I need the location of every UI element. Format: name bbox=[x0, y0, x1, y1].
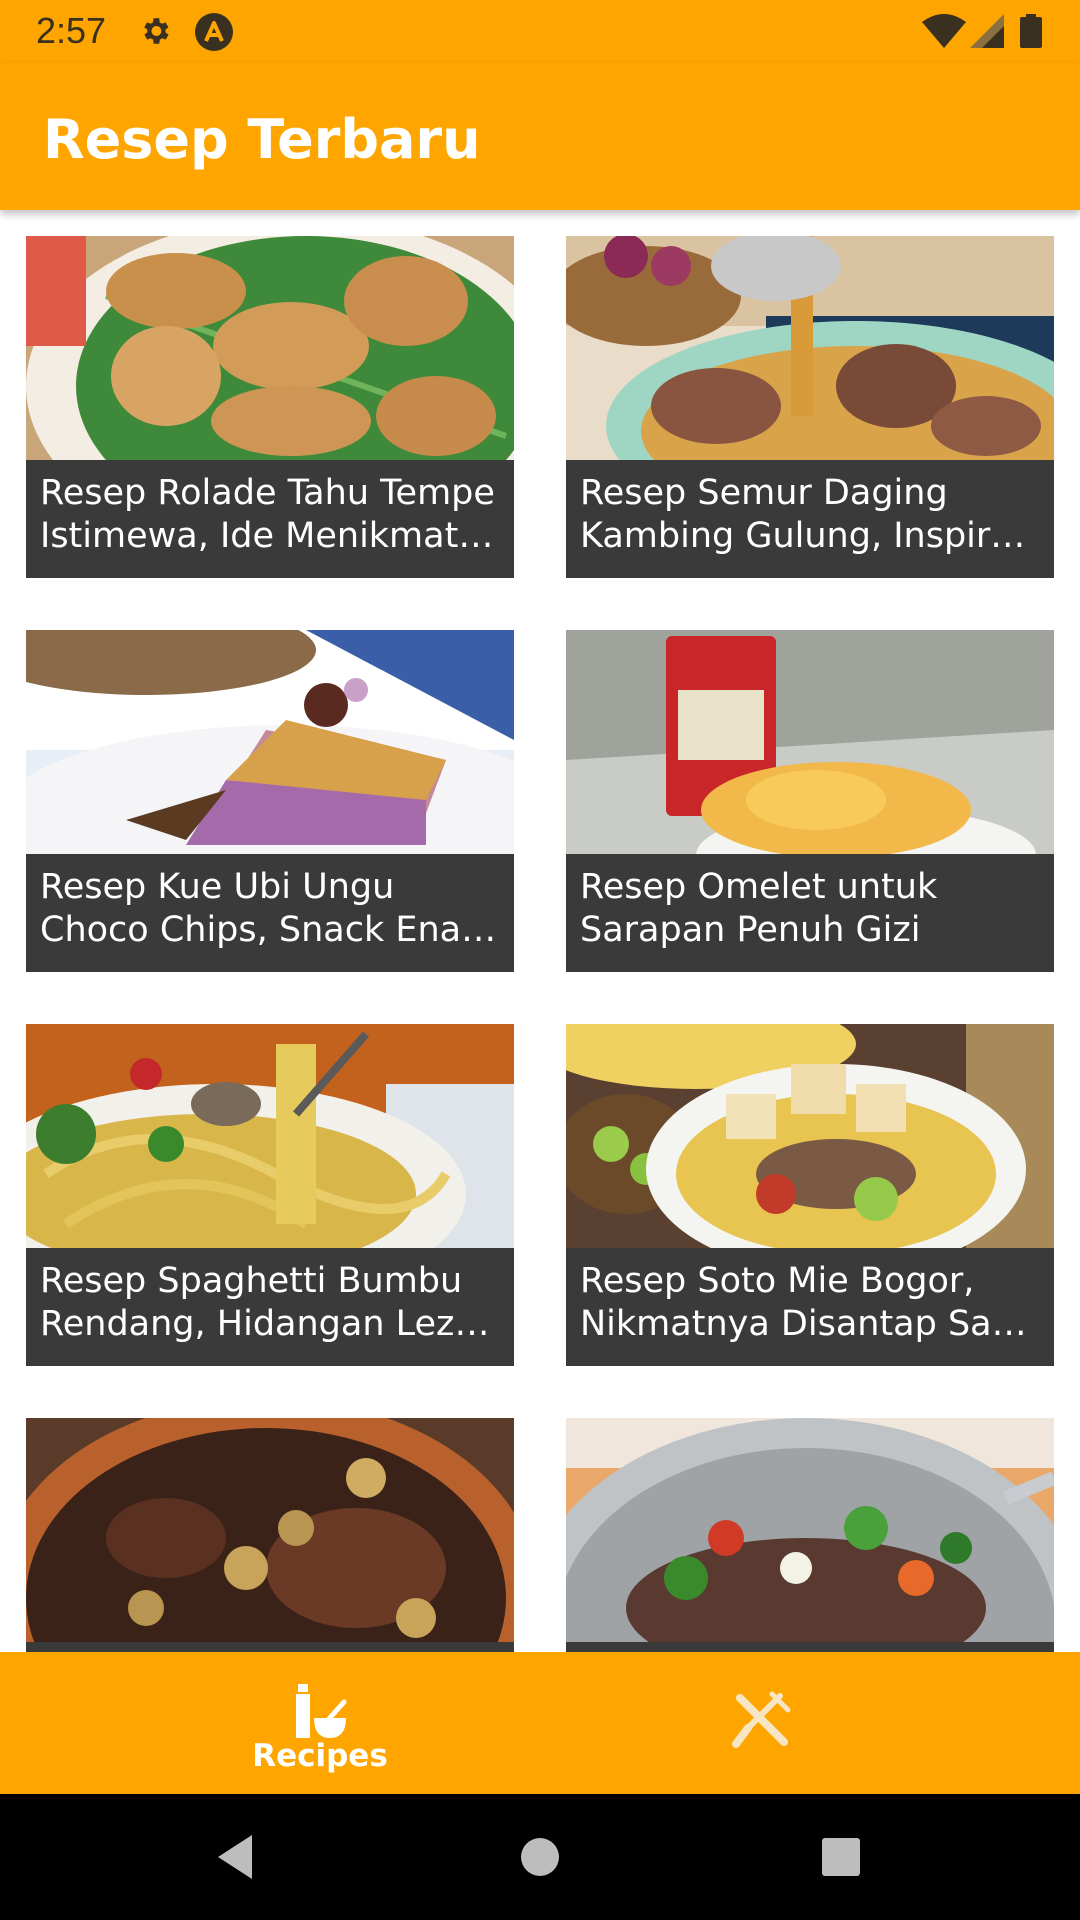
chicken-stew-photo bbox=[26, 1418, 514, 1642]
app-notification-icon bbox=[194, 12, 234, 52]
recipes-icon bbox=[288, 1680, 352, 1744]
recipe-card[interactable] bbox=[26, 1418, 514, 1652]
recipe-card[interactable]: Resep Kue Ubi Ungu Choco Chips, Snack En… bbox=[26, 630, 514, 972]
battery-icon bbox=[1020, 14, 1042, 48]
recipe-card[interactable]: Resep Rolade Tahu Tempe Istimewa, Ide Me… bbox=[26, 236, 514, 578]
recipe-card[interactable]: Resep Omelet untuk Sarapan Penuh Gizi bbox=[566, 630, 1054, 972]
nav-item-utensils[interactable] bbox=[490, 1652, 1030, 1794]
page-title: Resep Terbaru bbox=[43, 108, 481, 171]
rolade-photo bbox=[26, 236, 514, 460]
signal-icon bbox=[970, 14, 1004, 48]
recents-icon[interactable] bbox=[815, 1831, 867, 1883]
wifi-icon bbox=[922, 14, 966, 48]
spaghetti-photo bbox=[26, 1024, 514, 1248]
gear-icon bbox=[138, 14, 172, 48]
app-bar: Resep Terbaru bbox=[0, 63, 1080, 210]
utensils-icon bbox=[728, 1690, 792, 1754]
home-icon[interactable] bbox=[514, 1831, 566, 1883]
recipe-title: Resep Kue Ubi Ungu Choco Chips, Snack En… bbox=[40, 867, 482, 950]
recipe-title: Resep Omelet untuk Sarapan Penuh Gizi bbox=[580, 867, 938, 950]
recipe-card[interactable]: Resep Spaghetti Bumbu Rendang, Hidangan … bbox=[26, 1024, 514, 1366]
status-time: 2:57 bbox=[36, 10, 107, 51]
recipe-card[interactable] bbox=[566, 1418, 1054, 1652]
recipe-title: Resep Rolade Tahu Tempe Istimewa, Ide Me… bbox=[40, 473, 495, 556]
bottom-navigation: Recipes bbox=[0, 1652, 1080, 1794]
omelet-photo bbox=[566, 630, 1054, 854]
recipe-card[interactable]: Resep Soto Mie Bogor, Nikmatnya Disantap… bbox=[566, 1024, 1054, 1366]
recipe-title: Resep Spaghetti Bumbu Rendang, Hidangan … bbox=[40, 1261, 490, 1344]
status-bar: 2:57 bbox=[0, 0, 1080, 63]
recipe-card[interactable]: Resep Semur Daging Kambing Gulung, Inspi… bbox=[566, 236, 1054, 578]
semur-photo bbox=[566, 236, 1054, 460]
soto-mie-photo bbox=[566, 1024, 1054, 1248]
screen: 2:57 Resep Terbaru Resep Rolade Tahu Tem… bbox=[0, 0, 1080, 1920]
back-icon[interactable] bbox=[212, 1831, 264, 1883]
stir-fry-photo bbox=[566, 1418, 1054, 1642]
recipe-title: Resep Soto Mie Bogor, Nikmatnya Disantap… bbox=[580, 1261, 1027, 1344]
kue-ubi-photo bbox=[26, 630, 514, 854]
recipe-grid[interactable]: Resep Rolade Tahu Tempe Istimewa, Ide Me… bbox=[0, 210, 1080, 1652]
recipe-title: Resep Semur Daging Kambing Gulung, Inspi… bbox=[580, 473, 1040, 556]
system-navigation-bar bbox=[0, 1794, 1080, 1920]
